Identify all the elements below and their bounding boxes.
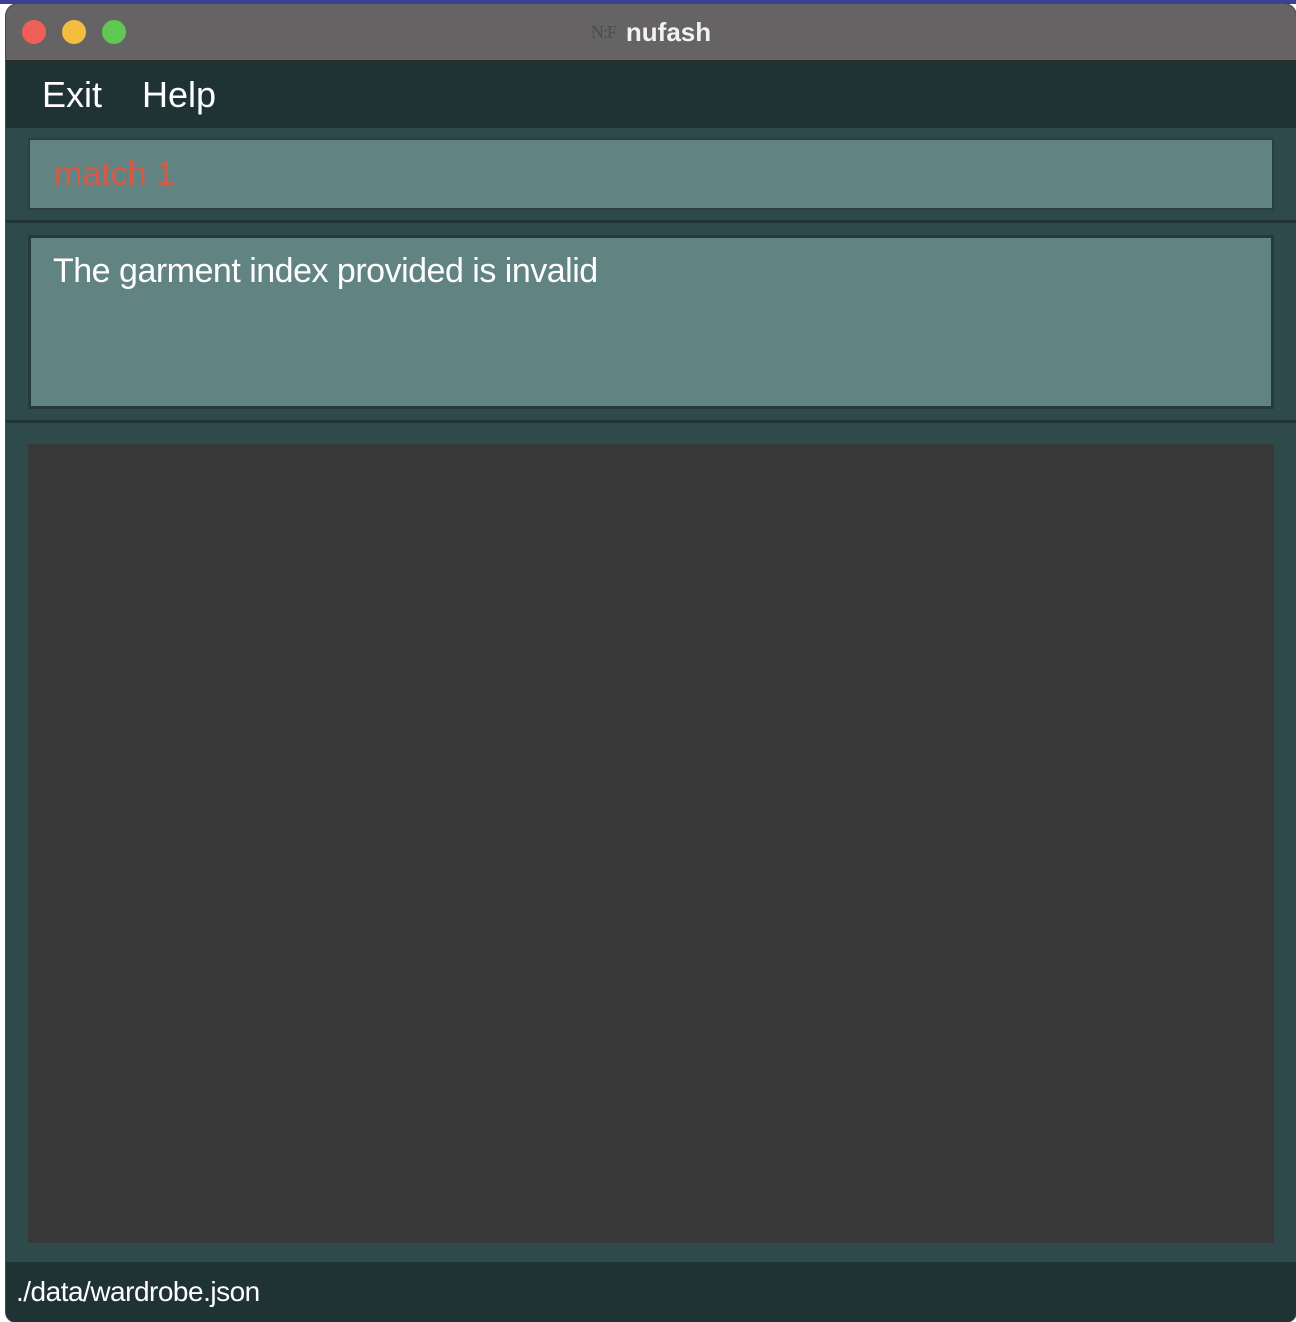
- garment-list-panel[interactable]: [28, 444, 1274, 1243]
- result-message: The garment index provided is invalid: [53, 252, 598, 290]
- status-bar: ./data/wardrobe.json: [6, 1262, 1296, 1322]
- divider-top: [6, 220, 1296, 223]
- app-window: N:F nufash Exit Help match 1 The garment…: [6, 4, 1296, 1322]
- window-title-group: N:F nufash: [6, 4, 1296, 60]
- window-title: nufash: [625, 16, 712, 47]
- result-display: The garment index provided is invalid: [28, 235, 1274, 409]
- divider-bottom: [6, 420, 1296, 423]
- menu-exit[interactable]: Exit: [42, 74, 102, 116]
- app-logo-icon: N:F: [590, 21, 617, 42]
- title-bar: N:F nufash: [6, 4, 1296, 61]
- command-input[interactable]: match 1: [54, 155, 1272, 194]
- storage-file-path: ./data/wardrobe.json: [16, 1276, 260, 1307]
- menu-help[interactable]: Help: [142, 74, 216, 116]
- menu-bar: Exit Help: [6, 61, 1296, 128]
- command-box[interactable]: match 1: [28, 138, 1274, 210]
